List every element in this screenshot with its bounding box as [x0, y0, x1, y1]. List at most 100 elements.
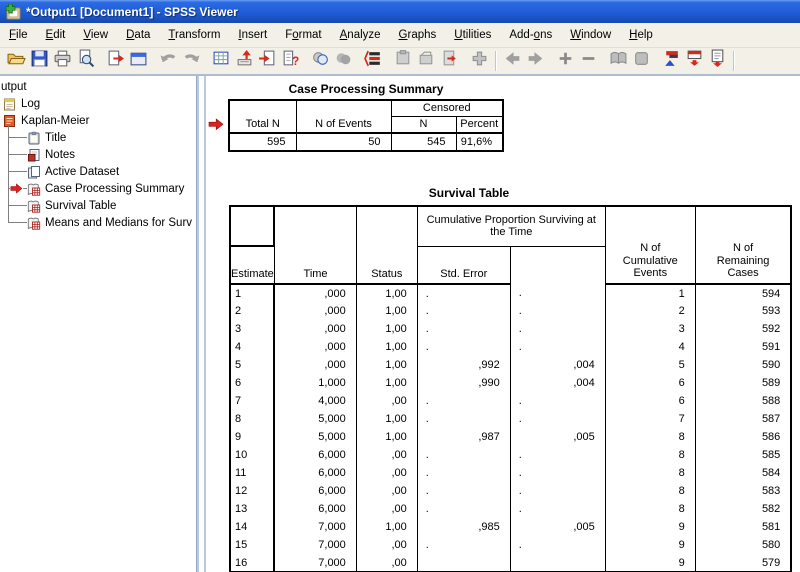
- menu-insert[interactable]: Insert: [229, 25, 276, 45]
- cps-censored-n-value: 545: [391, 133, 456, 151]
- outline-item-title[interactable]: Title: [0, 129, 196, 146]
- survival-corner-cell: [230, 206, 274, 246]
- survival-table[interactable]: Time Status Cumulative Proportion Surviv…: [229, 205, 792, 572]
- designate-window-button[interactable]: [415, 50, 438, 73]
- demote-outline-button[interactable]: [524, 50, 547, 73]
- undo-button[interactable]: [157, 50, 180, 73]
- survival-table-row: 1,0001,00..1594: [230, 284, 791, 302]
- print-preview-button[interactable]: [74, 50, 97, 73]
- cps-header-censored: Censored: [391, 100, 503, 116]
- outline-root-item[interactable]: utput: [0, 78, 196, 95]
- goto-output-button[interactable]: [438, 50, 461, 73]
- survival-header-n-cumulative-events: N of Cumulative Events: [605, 206, 695, 284]
- menu-graphs[interactable]: Graphs: [390, 25, 446, 45]
- survival-value-cell: 587: [695, 410, 791, 428]
- survival-value-cell: 6,000: [274, 500, 356, 518]
- outline-item-label: Log: [21, 98, 40, 110]
- goto-data-icon: [212, 49, 231, 73]
- outline-item-case-processing-summary[interactable]: Case Processing Summary: [0, 180, 196, 197]
- menu-transform[interactable]: Transform: [159, 25, 229, 45]
- save-file-button[interactable]: [28, 50, 51, 73]
- survival-table-row: 106,000,00..8585: [230, 446, 791, 464]
- spss-app-icon: [5, 4, 21, 20]
- insert-break-button[interactable]: [468, 50, 491, 73]
- survival-table-row: 85,0001,00..7587: [230, 410, 791, 428]
- case-processing-summary-table[interactable]: Total N N of Events Censored N Percent 5…: [228, 99, 504, 152]
- survival-value-cell: .: [510, 410, 605, 428]
- hide-output-button[interactable]: [630, 50, 653, 73]
- menu-view[interactable]: View: [74, 25, 117, 45]
- goto-case-button[interactable]: [233, 50, 256, 73]
- save-file-icon: [30, 49, 49, 73]
- survival-value-cell: 591: [695, 338, 791, 356]
- survival-value-cell: ,00: [356, 446, 417, 464]
- menu-utilities[interactable]: Utilities: [445, 25, 500, 45]
- cps-header-censored-n: N: [391, 116, 456, 133]
- survival-value-cell: [417, 554, 510, 572]
- recall-dialogs-button[interactable]: [127, 50, 150, 73]
- survival-value-cell: 592: [695, 320, 791, 338]
- expand-outline-button[interactable]: [554, 50, 577, 73]
- use-sets-button[interactable]: [362, 50, 385, 73]
- survival-value-cell: 1,000: [274, 374, 356, 392]
- outline-item-survival-table[interactable]: Survival Table: [0, 197, 196, 214]
- menu-file[interactable]: File: [0, 25, 37, 45]
- survival-value-cell: .: [417, 392, 510, 410]
- survival-value-cell: .: [417, 536, 510, 554]
- outline-item-kaplan-meier[interactable]: Kaplan-Meier: [0, 112, 196, 129]
- outline-item-notes[interactable]: Notes: [0, 146, 196, 163]
- print-button[interactable]: [51, 50, 74, 73]
- redo-button[interactable]: [180, 50, 203, 73]
- show-output-button[interactable]: [607, 50, 630, 73]
- variables-info-button[interactable]: ?: [279, 50, 302, 73]
- cps-total-n-value: 595: [229, 133, 296, 151]
- collapse-outline-button[interactable]: [577, 50, 600, 73]
- insert-heading-button[interactable]: [683, 50, 706, 73]
- promote-outline-button[interactable]: [501, 50, 524, 73]
- outline-root-label: utput: [1, 81, 27, 93]
- move-outline-item-button[interactable]: [660, 50, 683, 73]
- survival-value-cell: .: [417, 446, 510, 464]
- open-file-button[interactable]: [5, 50, 28, 73]
- survival-value-cell: 583: [695, 482, 791, 500]
- survival-value-cell: 8: [605, 464, 695, 482]
- survival-value-cell: 1,00: [356, 410, 417, 428]
- menu-format[interactable]: Format: [276, 25, 330, 45]
- insert-variable-button[interactable]: [256, 50, 279, 73]
- goto-data-button[interactable]: [210, 50, 233, 73]
- select-cases-button[interactable]: [309, 50, 332, 73]
- menu-addons[interactable]: Add-ons: [500, 25, 561, 45]
- menu-analyze[interactable]: Analyze: [331, 25, 390, 45]
- pane-splitter[interactable]: [197, 76, 206, 572]
- open-file-icon: [7, 49, 26, 73]
- survival-table-row: 2,0001,00..2593: [230, 302, 791, 320]
- survival-table-row: 116,000,00..8584: [230, 464, 791, 482]
- tree-connector: [8, 171, 27, 172]
- survival-value-cell: 1,00: [356, 338, 417, 356]
- survival-value-cell: 590: [695, 356, 791, 374]
- insert-text-button[interactable]: [706, 50, 729, 73]
- outline-item-means-and-medians-for-surv[interactable]: Means and Medians for Surv: [0, 214, 196, 231]
- outline-item-label: Notes: [45, 149, 75, 161]
- weight-cases-button[interactable]: [332, 50, 355, 73]
- survival-value-cell: .: [510, 284, 605, 302]
- expand-outline-icon: [556, 49, 575, 73]
- survival-table-row: 95,0001,00,987,0058586: [230, 428, 791, 446]
- menu-edit[interactable]: Edit: [37, 25, 75, 45]
- tree-branch-line: [8, 126, 9, 222]
- insert-break-icon: [470, 49, 489, 73]
- outline-item-active-dataset[interactable]: Active Dataset: [0, 163, 196, 180]
- menu-help[interactable]: Help: [620, 25, 662, 45]
- outline-item-log[interactable]: Log: [0, 95, 196, 112]
- select-last-output-button[interactable]: [392, 50, 415, 73]
- redo-icon: [182, 49, 201, 73]
- survival-value-cell: 6: [605, 374, 695, 392]
- menu-bar: FileEditViewDataTransformInsertFormatAna…: [0, 23, 800, 48]
- menu-window[interactable]: Window: [561, 25, 620, 45]
- outline-item-label: Case Processing Summary: [45, 183, 184, 195]
- survival-value-cell: 7,000: [274, 536, 356, 554]
- export-output-button[interactable]: [104, 50, 127, 73]
- menu-data[interactable]: Data: [117, 25, 159, 45]
- selected-output-arrow-icon: [208, 118, 224, 131]
- survival-table-title: Survival Table: [229, 186, 709, 200]
